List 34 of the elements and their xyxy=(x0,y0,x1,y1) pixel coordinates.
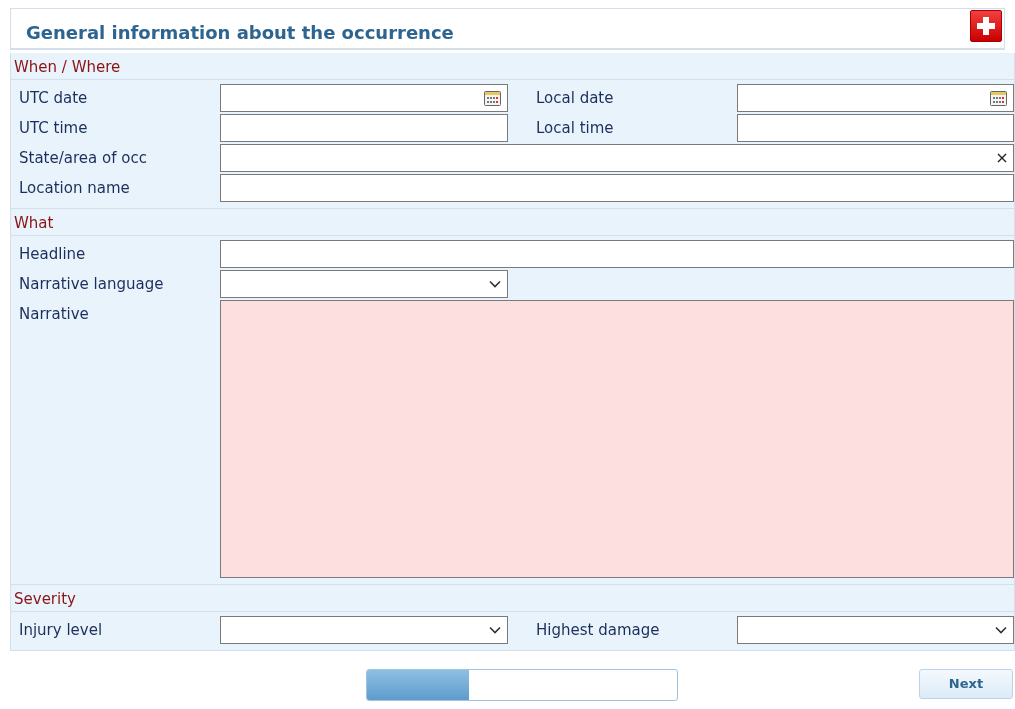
text-field[interactable] xyxy=(220,240,1014,268)
field-label: Narrative xyxy=(18,304,90,325)
field-label: Headline xyxy=(18,244,87,265)
text-field[interactable] xyxy=(220,174,1014,202)
dropdown[interactable] xyxy=(220,616,508,644)
caret-icon xyxy=(995,626,1007,634)
text-field[interactable] xyxy=(737,114,1014,142)
clear-icon[interactable] xyxy=(997,153,1007,163)
dropdown[interactable] xyxy=(220,270,508,298)
section-heading: Severity xyxy=(11,585,1014,612)
next-button[interactable]: Next xyxy=(919,669,1013,699)
calendar-icon[interactable] xyxy=(990,90,1007,106)
field-label: Injury level xyxy=(18,620,104,641)
date-field[interactable] xyxy=(220,84,508,112)
caret-icon xyxy=(489,280,501,288)
section-heading: When / Where xyxy=(11,53,1014,80)
calendar-icon[interactable] xyxy=(484,90,501,106)
field-label: Local date xyxy=(535,88,615,109)
field-label: Narrative language xyxy=(18,274,165,295)
text-field[interactable] xyxy=(220,114,508,142)
caret-icon xyxy=(489,626,501,634)
add-button[interactable] xyxy=(970,9,1002,42)
field-label: UTC time xyxy=(18,118,89,139)
field-label: Location name xyxy=(18,178,131,199)
date-field[interactable] xyxy=(737,84,1014,112)
field-label: UTC date xyxy=(18,88,89,109)
panel-title: General information about the occurrence xyxy=(26,21,454,43)
field-label: Highest damage xyxy=(535,620,661,641)
dropdown[interactable] xyxy=(737,616,1014,644)
plus-icon xyxy=(977,16,995,35)
combo-field[interactable] xyxy=(220,144,1014,172)
section-heading: What xyxy=(11,209,1014,236)
field-label: Local time xyxy=(535,118,615,139)
field-label: State/area of occ xyxy=(18,148,148,169)
